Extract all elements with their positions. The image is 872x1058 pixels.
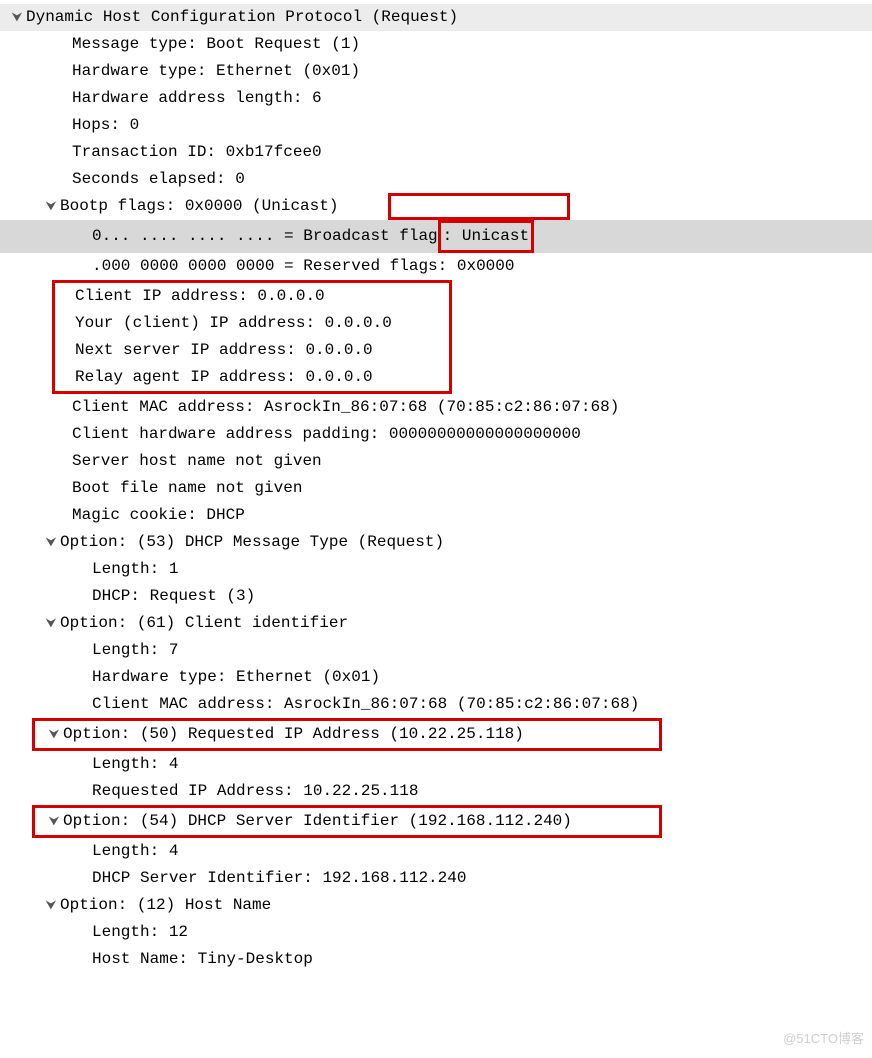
reserved-flags-label: .000 0000 0000 0000 = Reserved flags: 0x… [92,253,514,280]
msg-type-label: Message type: Boot Request (1) [72,31,360,58]
packet-tree: ⮟ Dynamic Host Configuration Protocol (R… [0,0,872,977]
opt53-length-row[interactable]: Length: 1 [0,556,872,583]
opt61-hwtype-row[interactable]: Hardware type: Ethernet (0x01) [0,664,872,691]
client-ip-label: Client IP address: 0.0.0.0 [75,283,325,310]
chevron-down-icon[interactable]: ⮟ [42,193,60,220]
hops-row[interactable]: Hops: 0 [0,112,872,139]
next-server-ip-label: Next server IP address: 0.0.0.0 [75,337,373,364]
opt54-length-label: Length: 4 [92,838,178,865]
server-host-label: Server host name not given [72,448,322,475]
seconds-row[interactable]: Seconds elapsed: 0 [0,166,872,193]
opt54-row[interactable]: ⮟ Option: (54) DHCP Server Identifier (1… [35,808,659,835]
magic-cookie-label: Magic cookie: DHCP [72,502,245,529]
hw-addr-len-row[interactable]: Hardware address length: 6 [0,85,872,112]
your-ip-label: Your (client) IP address: 0.0.0.0 [75,310,392,337]
opt12-length-label: Length: 12 [92,919,188,946]
opt50-length-row[interactable]: Length: 4 [0,751,872,778]
client-mac-row[interactable]: Client MAC address: AsrockIn_86:07:68 (7… [0,394,872,421]
txid-row[interactable]: Transaction ID: 0xb17fcee0 [0,139,872,166]
chevron-down-icon[interactable]: ⮟ [42,529,60,556]
opt61-label: Option: (61) Client identifier [60,610,348,637]
server-host-row[interactable]: Server host name not given [0,448,872,475]
padding-row[interactable]: Client hardware address padding: 0000000… [0,421,872,448]
chevron-down-icon[interactable]: ⮟ [8,4,26,31]
opt54-length-row[interactable]: Length: 4 [0,838,872,865]
broadcast-flag-value: Unicast [462,227,529,245]
opt61-length-label: Length: 7 [92,637,178,664]
chevron-down-icon[interactable]: ⮟ [45,721,63,748]
opt12-length-row[interactable]: Length: 12 [0,919,872,946]
chevron-down-icon[interactable]: ⮟ [45,808,63,835]
opt61-mac-row[interactable]: Client MAC address: AsrockIn_86:07:68 (7… [0,691,872,718]
opt53-row[interactable]: ⮟ Option: (53) DHCP Message Type (Reques… [0,529,872,556]
opt50-label: Option: (50) Requested IP Address (10.22… [63,721,524,748]
client-mac-label: Client MAC address: AsrockIn_86:07:68 (7… [72,394,619,421]
hw-addr-len-label: Hardware address length: 6 [72,85,322,112]
opt12-value-row[interactable]: Host Name: Tiny-Desktop [0,946,872,973]
opt54-value-row[interactable]: DHCP Server Identifier: 192.168.112.240 [0,865,872,892]
hops-label: Hops: 0 [72,112,139,139]
opt50-length-label: Length: 4 [92,751,178,778]
opt54-label: Option: (54) DHCP Server Identifier (192… [63,808,572,835]
dhcp-header-row[interactable]: ⮟ Dynamic Host Configuration Protocol (R… [0,4,872,31]
seconds-label: Seconds elapsed: 0 [72,166,245,193]
relay-ip-label: Relay agent IP address: 0.0.0.0 [75,364,373,391]
opt61-mac-label: Client MAC address: AsrockIn_86:07:68 (7… [92,691,639,718]
opt53-value-label: DHCP: Request (3) [92,583,255,610]
broadcast-flag-prefix: 0... .... .... .... = Broadcast flag [92,223,438,250]
opt54-value-label: DHCP Server Identifier: 192.168.112.240 [92,865,466,892]
opt12-value-label: Host Name: Tiny-Desktop [92,946,313,973]
opt61-row[interactable]: ⮟ Option: (61) Client identifier [0,610,872,637]
opt50-value-row[interactable]: Requested IP Address: 10.22.25.118 [0,778,872,805]
padding-label: Client hardware address padding: 0000000… [72,421,581,448]
opt12-label: Option: (12) Host Name [60,892,271,919]
relay-ip-row[interactable]: Relay agent IP address: 0.0.0.0 [55,364,449,391]
broadcast-flag-row[interactable]: 0... .... .... .... = Broadcast flag: Un… [0,220,872,253]
opt61-length-row[interactable]: Length: 7 [0,637,872,664]
client-ip-row[interactable]: Client IP address: 0.0.0.0 [55,283,449,310]
bootp-flags-row[interactable]: ⮟ Bootp flags: 0x0000 (Unicast) [0,193,872,220]
opt54-box: ⮟ Option: (54) DHCP Server Identifier (1… [32,805,662,838]
opt53-label: Option: (53) DHCP Message Type (Request) [60,529,444,556]
opt50-value-label: Requested IP Address: 10.22.25.118 [92,778,418,805]
opt50-box: ⮟ Option: (50) Requested IP Address (10.… [32,718,662,751]
broadcast-flag-colon: : [443,227,462,245]
watermark: @51CTO博客 [783,1025,864,1052]
chevron-down-icon[interactable]: ⮟ [42,892,60,919]
your-ip-row[interactable]: Your (client) IP address: 0.0.0.0 [55,310,449,337]
txid-label: Transaction ID: 0xb17fcee0 [72,139,322,166]
magic-cookie-row[interactable]: Magic cookie: DHCP [0,502,872,529]
reserved-flags-row[interactable]: .000 0000 0000 0000 = Reserved flags: 0x… [0,253,872,280]
boot-file-label: Boot file name not given [72,475,302,502]
next-server-ip-row[interactable]: Next server IP address: 0.0.0.0 [55,337,449,364]
dhcp-header-label: Dynamic Host Configuration Protocol (Req… [26,4,458,31]
bootp-flags-label: Bootp flags: 0x0000 (Unicast) [60,193,338,220]
opt53-value-row[interactable]: DHCP: Request (3) [0,583,872,610]
opt12-row[interactable]: ⮟ Option: (12) Host Name [0,892,872,919]
chevron-down-icon[interactable]: ⮟ [42,610,60,637]
hw-type-row[interactable]: Hardware type: Ethernet (0x01) [0,58,872,85]
boot-file-row[interactable]: Boot file name not given [0,475,872,502]
hw-type-label: Hardware type: Ethernet (0x01) [72,58,360,85]
opt50-row[interactable]: ⮟ Option: (50) Requested IP Address (10.… [35,721,659,748]
opt61-hwtype-label: Hardware type: Ethernet (0x01) [92,664,380,691]
ip-addresses-box: Client IP address: 0.0.0.0 Your (client)… [52,280,452,394]
msg-type-row[interactable]: Message type: Boot Request (1) [0,31,872,58]
opt53-length-label: Length: 1 [92,556,178,583]
